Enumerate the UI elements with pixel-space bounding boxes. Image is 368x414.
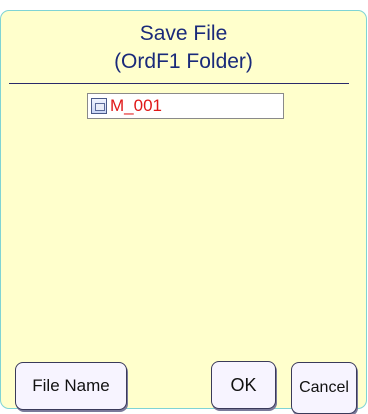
file-list-item[interactable]: M_001: [91, 96, 162, 116]
dialog-title: Save File: [139, 22, 228, 45]
dialog-subtitle-folder: (OrdF1 Folder): [114, 50, 253, 73]
save-file-dialog: Save File (OrdF1 Folder) M_001 File Name…: [0, 10, 367, 414]
ok-button[interactable]: OK: [211, 361, 276, 409]
file-name-button[interactable]: File Name: [15, 362, 127, 410]
file-list[interactable]: M_001: [87, 93, 284, 119]
title-divider: [9, 83, 349, 84]
cancel-button[interactable]: Cancel: [291, 362, 357, 414]
file-list-item-name: M_001: [110, 96, 162, 115]
file-icon: [91, 98, 107, 114]
